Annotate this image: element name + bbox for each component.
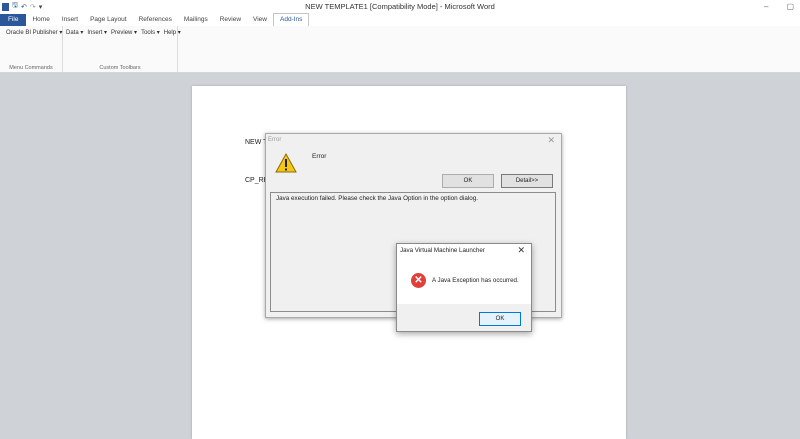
window-title: NEW TEMPLATE1 [Compatibility Mode] - Mic… [305,2,495,11]
restore-icon[interactable]: ▢ [786,2,794,11]
preview-menu[interactable]: Preview ▾ [111,29,137,36]
tab-mailings[interactable]: Mailings [178,14,214,26]
tab-file[interactable]: File [0,14,27,26]
menu-commands-group: Oracle BI Publisher ▾ Menu Commands [0,26,63,72]
ok-button[interactable]: OK [442,174,494,188]
help-menu[interactable]: Help ▾ [164,29,181,36]
group-label-custom-toolbars: Custom Toolbars [99,65,141,71]
title-bar: 🖫 ↶ ↷ ▾ NEW TEMPLATE1 [Compatibility Mod… [0,0,800,13]
tab-insert[interactable]: Insert [56,14,84,26]
tab-view[interactable]: View [247,14,273,26]
ribbon-tabs: File Home Insert Page Layout References … [0,13,800,27]
tab-references[interactable]: References [133,14,178,26]
ok-button[interactable]: OK [479,312,521,326]
window-controls: – ▢ [764,2,794,11]
tab-add-ins[interactable]: Add-Ins [273,13,310,26]
data-menu[interactable]: Data ▾ [66,29,83,36]
tools-menu[interactable]: Tools ▾ [141,29,160,36]
close-icon[interactable]: ✕ [547,135,555,146]
dialog-message: Error [312,153,327,160]
minimize-icon[interactable]: – [764,2,768,11]
error-icon: ✕ [411,273,426,288]
tab-page-layout[interactable]: Page Layout [84,14,133,26]
insert-menu[interactable]: Insert ▾ [87,29,107,36]
oracle-bi-publisher-menu[interactable]: Oracle BI Publisher ▾ [6,29,62,36]
detail-button[interactable]: Detail>> [501,174,553,188]
close-icon[interactable]: ✕ [517,245,525,256]
dialog-message: A Java Exception has occurred. [432,277,519,284]
detail-text: Java execution failed. Please check the … [276,195,478,202]
dialog-title: Java Virtual Machine Launcher [400,247,485,254]
warning-icon [275,153,297,173]
tab-home[interactable]: Home [26,14,55,26]
tab-review[interactable]: Review [214,14,247,26]
custom-toolbars-group: Data ▾ Insert ▾ Preview ▾ Tools ▾ Help ▾… [63,26,181,72]
dialog-title: Error [268,137,282,143]
ribbon: Oracle BI Publisher ▾ Menu Commands Data… [0,26,800,73]
group-label-menu-commands: Menu Commands [9,65,53,71]
jvm-launcher-dialog: Java Virtual Machine Launcher ✕ ✕ A Java… [396,243,532,332]
